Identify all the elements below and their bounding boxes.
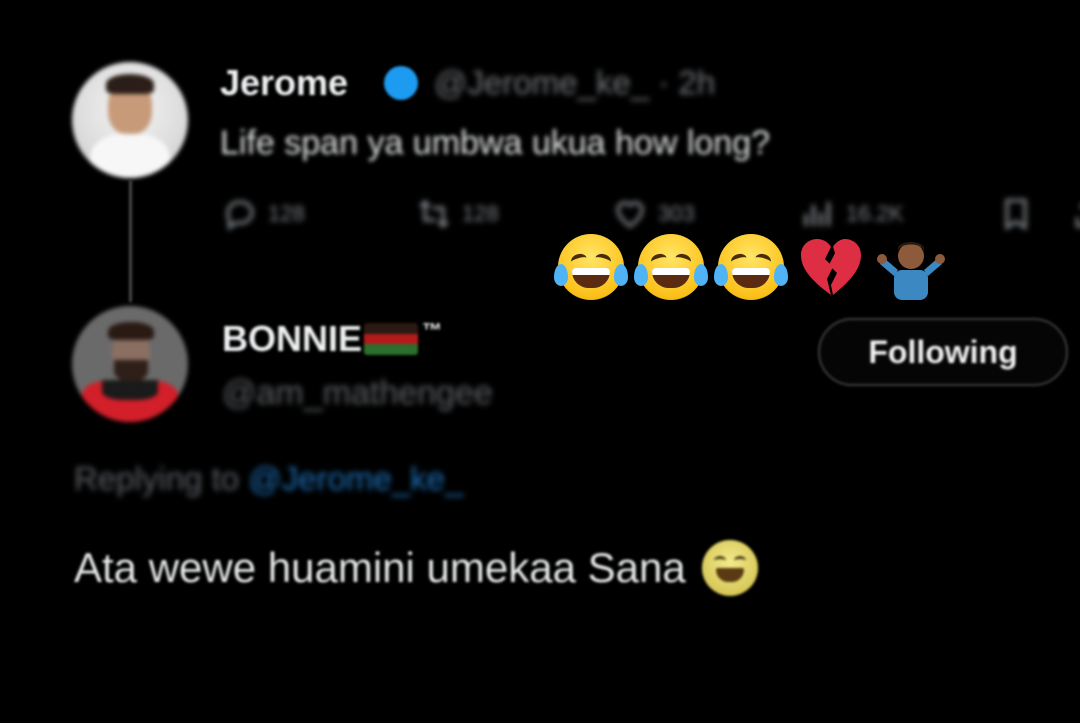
avatar-jerome[interactable] (72, 62, 188, 178)
trademark-symbol: ™ (422, 319, 443, 342)
verified-badge-icon (384, 66, 418, 100)
replying-mention-link[interactable]: @Jerome_ke_ (248, 460, 463, 497)
like-button[interactable]: 303 (612, 196, 695, 232)
tweet-author-name[interactable]: Jerome (220, 62, 348, 104)
tweet-author-handle-time[interactable]: @Jerome_ke_ · 2h (434, 64, 715, 102)
reply-count: 128 (268, 201, 305, 226)
laughing-emoji-icon (701, 540, 758, 596)
laughing-crying-emoji-icon (634, 232, 708, 302)
like-count: 303 (658, 201, 695, 226)
reply-author-handle[interactable]: @am_mathengee (222, 374, 493, 413)
avatar-hair (108, 322, 154, 340)
replying-to-line: Replying to @Jerome_ke_ (74, 460, 463, 498)
following-button[interactable]: Following (818, 318, 1068, 386)
heart-icon (616, 201, 644, 228)
retweet-button[interactable]: 128 (416, 196, 499, 232)
reply-icon (226, 200, 254, 231)
reply-text-row: Ata wewe huamini umekaa Sana (74, 540, 758, 596)
retweet-icon (419, 199, 449, 229)
thread-connector-line (129, 180, 132, 302)
reply-author-name-row[interactable]: BONNIE ™ (222, 318, 442, 360)
avatar-bonnie[interactable] (72, 306, 188, 422)
emoji-reaction-overlay (554, 232, 946, 302)
views-button[interactable]: 16.2K (800, 196, 904, 232)
person-shrugging-emoji-icon (876, 232, 946, 302)
replying-prefix: Replying to (74, 460, 249, 497)
avatar-collar (102, 380, 158, 400)
reply-text: Ata wewe huamini umekaa Sana (74, 544, 686, 591)
kenya-flag-icon (364, 323, 419, 355)
views-count: 16.2K (846, 201, 904, 226)
reply-button[interactable]: 128 (222, 196, 305, 232)
bookmark-icon (1005, 198, 1027, 231)
tweet-text: Life span ya umbwa ukua how long? (220, 124, 771, 162)
avatar-beard (114, 360, 148, 382)
reply-author-name: BONNIE (222, 318, 363, 359)
avatar-hair (106, 74, 154, 94)
views-chart-icon (804, 202, 831, 226)
laughing-crying-emoji-icon (714, 232, 788, 302)
bookmark-button[interactable] (998, 196, 1034, 232)
retweet-count: 128 (462, 201, 499, 226)
share-button[interactable] (1070, 196, 1080, 232)
avatar-shirt (90, 134, 170, 178)
broken-heart-emoji-icon (796, 232, 866, 302)
share-icon (1075, 206, 1080, 228)
laughing-crying-emoji-icon (554, 232, 628, 302)
